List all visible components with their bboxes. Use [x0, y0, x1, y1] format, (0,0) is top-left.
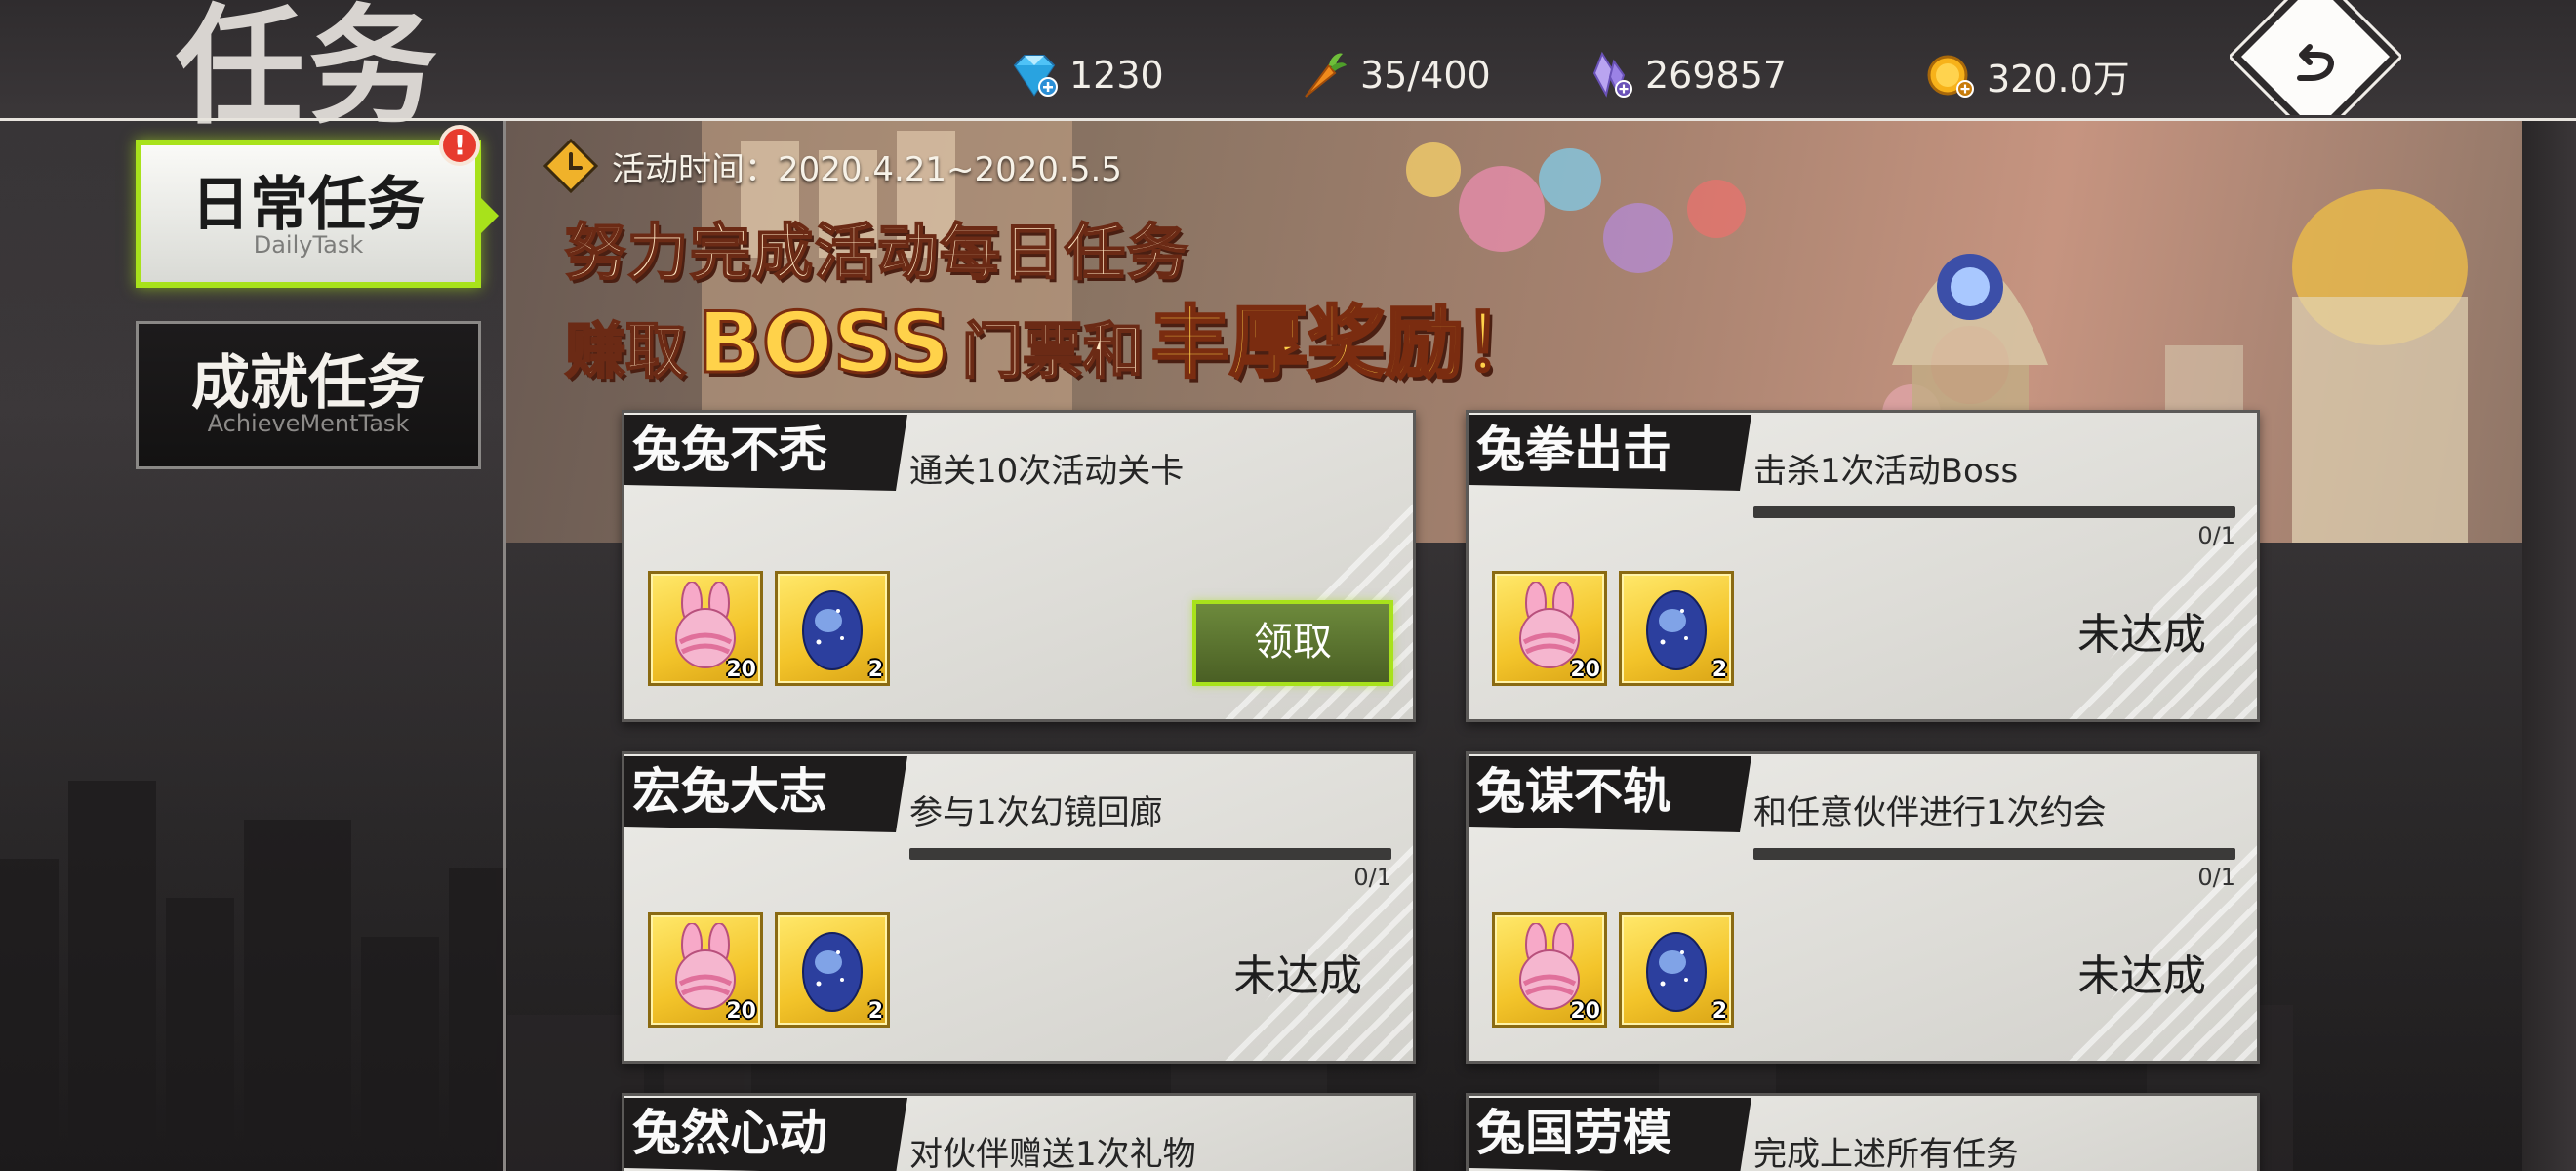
card-stripes	[1215, 827, 1413, 1061]
event-time-label: 活动时间：2020.4.21~2020.5.5	[612, 149, 1122, 189]
reward-count: 20	[726, 658, 756, 682]
task-card: 兔国劳模 完成上述所有任务	[1466, 1093, 2260, 1171]
task-card: 宏兔大志 参与1次幻镜回廊 0/1 20 2 未达成	[622, 751, 1416, 1064]
event-time: 活动时间：2020.4.21~2020.5.5	[543, 139, 1122, 193]
task-progress-text: 0/1	[2197, 522, 2235, 549]
task-status: 未达成	[2077, 951, 2206, 1001]
banner-boss-text: BOSS	[697, 295, 952, 392]
task-card: 兔拳出击 击杀1次活动Boss 0/1 20 2 未达成	[1466, 410, 2260, 722]
tab-achievement-label: 成就任务	[191, 349, 425, 418]
gold-count: 320.0万	[1987, 57, 2130, 101]
reward-item[interactable]: 2	[775, 571, 890, 686]
clock-icon	[543, 139, 598, 193]
task-progress-text: 0/1	[2197, 864, 2235, 891]
task-description: 参与1次幻镜回廊	[909, 793, 1163, 832]
task-name: 宏兔大志	[624, 756, 907, 832]
task-status: 未达成	[1233, 951, 1362, 1001]
task-progress-bar	[1753, 848, 2235, 860]
diamond-count: 1230	[1069, 54, 1164, 97]
crystal-icon	[1592, 51, 1632, 98]
task-name: 兔谋不轨	[1469, 756, 1751, 832]
task-name: 兔兔不秃	[624, 415, 907, 491]
reward-count: 2	[1711, 658, 1727, 682]
task-name: 兔拳出击	[1469, 415, 1751, 491]
tab-daily-task[interactable]: 日常任务 DailyTask	[136, 140, 499, 288]
gold-coin-icon	[1927, 55, 1974, 98]
alert-badge: !	[439, 125, 480, 166]
task-progress-bar	[1753, 506, 2235, 518]
task-description: 击杀1次活动Boss	[1753, 452, 2019, 491]
crystal-count: 269857	[1645, 54, 1788, 97]
carrot-count: 35/400	[1360, 54, 1491, 97]
tab-achievement-task[interactable]: 成就任务 AchieveMentTask	[136, 321, 481, 469]
reward-item[interactable]: 20	[1492, 571, 1607, 686]
tab-daily-sublabel: DailyTask	[253, 231, 364, 259]
reward-count: 2	[1711, 999, 1727, 1024]
task-description: 对伙伴赠送1次礼物	[909, 1135, 1196, 1171]
diamond-icon	[1013, 55, 1058, 97]
reward-count: 2	[867, 999, 883, 1024]
tab-daily-label: 日常任务	[191, 171, 425, 239]
task-name: 兔然心动	[624, 1098, 907, 1171]
claim-button[interactable]: 领取	[1192, 600, 1393, 686]
reward-item[interactable]: 20	[648, 571, 763, 686]
task-card: 兔谋不轨 和任意伙伴进行1次约会 0/1 20 2 未达成	[1466, 751, 2260, 1064]
reward-item[interactable]: 2	[1619, 912, 1734, 1028]
reward-count: 20	[1570, 658, 1600, 682]
task-card: 兔然心动 对伙伴赠送1次礼物	[622, 1093, 1416, 1171]
resource-gold: 320.0万	[1922, 51, 2130, 101]
star-egg-icon	[1646, 932, 1707, 1012]
task-card: 兔兔不秃 通关10次活动关卡 20 2 领取	[622, 410, 1416, 722]
task-progress-text: 0/1	[1353, 864, 1391, 891]
reward-count: 2	[867, 658, 883, 682]
resource-carrot: 35/400	[1296, 51, 1491, 100]
star-egg-icon	[802, 590, 863, 670]
reward-count: 20	[726, 999, 756, 1024]
banner-headline-2: 赚取 BOSS 门票和 丰厚奖励！	[564, 293, 1543, 392]
back-button[interactable]	[2230, 0, 2401, 115]
banner-reward-text: 丰厚奖励！	[1149, 297, 1543, 390]
task-description: 完成上述所有任务	[1753, 1135, 2019, 1171]
reward-item[interactable]: 20	[648, 912, 763, 1028]
star-egg-icon	[1646, 590, 1707, 670]
resource-diamond: 1230	[1005, 51, 1164, 100]
task-description: 和任意伙伴进行1次约会	[1753, 793, 2107, 832]
reward-count: 20	[1570, 999, 1600, 1024]
task-description: 通关10次活动关卡	[909, 452, 1185, 491]
task-name: 兔国劳模	[1469, 1098, 1751, 1171]
card-stripes	[2059, 485, 2257, 719]
task-progress-bar	[909, 848, 1391, 860]
resource-crystal: 269857	[1581, 51, 1787, 100]
carrot-icon	[1305, 53, 1347, 98]
reward-item[interactable]: 20	[1492, 912, 1607, 1028]
banner-headline-1: 努力完成活动每日任务	[564, 216, 1190, 289]
right-edge-panel	[2522, 121, 2576, 1171]
top-bar: 任务 1230 35/400 269857 320.0万	[0, 0, 2576, 141]
active-tab-indicator	[481, 198, 499, 233]
banner-ticket-text: 门票和	[961, 314, 1145, 387]
reward-item[interactable]: 2	[1619, 571, 1734, 686]
star-egg-icon	[802, 932, 863, 1012]
tab-achievement-sublabel: AchieveMentTask	[207, 410, 410, 437]
reward-item[interactable]: 2	[775, 912, 890, 1028]
task-status: 未达成	[2077, 610, 2206, 660]
banner-earn-text: 赚取	[564, 314, 687, 387]
